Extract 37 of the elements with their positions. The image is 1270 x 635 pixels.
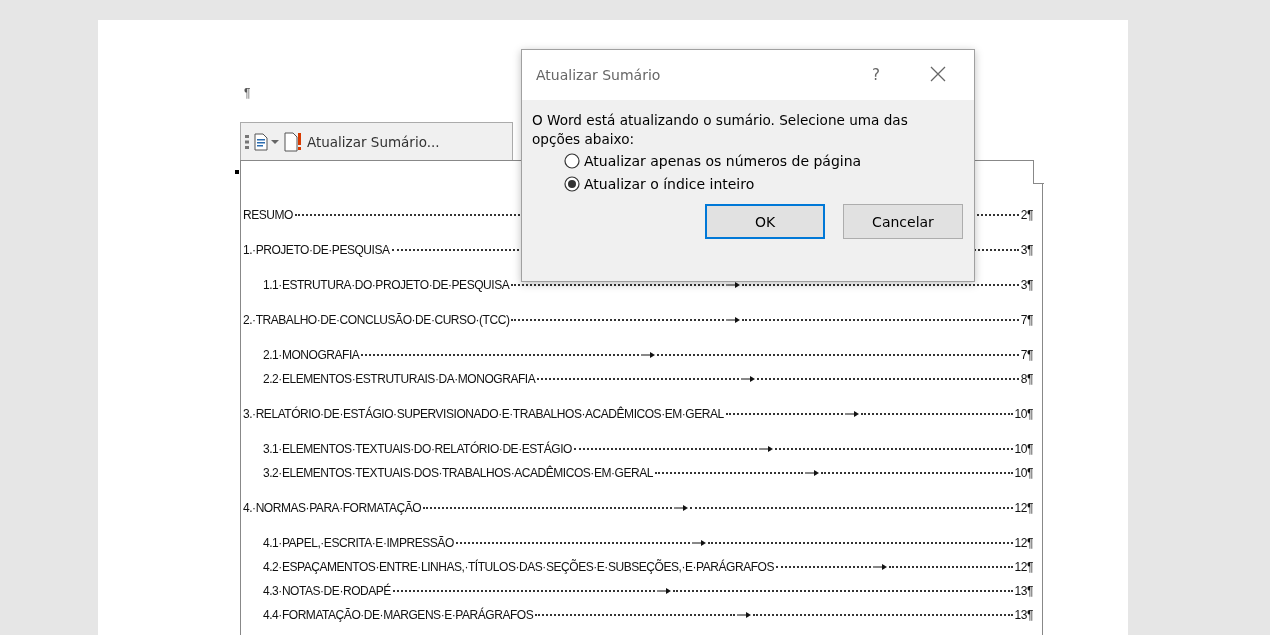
page-number: 7¶ (1020, 347, 1033, 364)
dialog-button[interactable]: OK (705, 204, 825, 239)
page-number: 8¶ (1020, 371, 1033, 388)
page-number: 13¶ (1014, 607, 1033, 624)
toc-entry-title[interactable]: 3.1·ELEMENTOS·TEXTUAIS·DO·RELATÓRIO·DE·ESTÁGIO (263, 437, 572, 461)
toc-entry-title[interactable]: 2.2·ELEMENTOS·ESTRUTURAIS·DA·MONOGRAFIA (263, 367, 536, 391)
paragraph-mark: ¶ (244, 86, 252, 100)
dialog-button[interactable]: Cancelar (843, 204, 963, 239)
toc-entry-title[interactable]: RESUMO (243, 203, 293, 227)
radio-option[interactable]: Atualizar o índice inteiro (564, 176, 964, 192)
help-button[interactable]: ? (856, 66, 896, 84)
toc-entry-title[interactable]: 4.2·ESPAÇAMENTOS·ENTRE·LINHAS,·TÍTULOS·DAS·SEÇÕES·E·SUBSEÇÕES,·E·PARÁGRAFOS (263, 555, 774, 579)
radio-option[interactable]: Atualizar apenas os números de página (564, 153, 964, 169)
page-number: 7¶ (1020, 312, 1033, 329)
toc-entry-title[interactable]: 2.·TRABALHO·DE·CONCLUSÃO·DE·CURSO·(TCC) (243, 308, 510, 332)
page-number: 3¶ (1020, 242, 1033, 259)
toc-entry-title[interactable]: 4.1·PAPEL,·ESCRITA·E·IMPRESSÃO (263, 531, 454, 555)
toc-entry-title[interactable]: 3.·RELATÓRIO·DE·ESTÁGIO·SUPERVISIONADO·E·TRABALHOS·ACADÊMICOS·EM·GERAL (243, 402, 724, 426)
page-number: 13¶ (1014, 583, 1033, 600)
page-number: 10¶ (1014, 441, 1033, 458)
toc-entry-title[interactable]: 4.·NORMAS·PARA·FORMATAÇÃO (243, 496, 422, 520)
toc-entry-title[interactable]: 4.4·FORMATAÇÃO·DE·MARGENS·E·PARÁGRAFOS (263, 603, 534, 627)
page-number: 12¶ (1014, 559, 1033, 576)
page-number: 10¶ (1014, 406, 1033, 423)
page-number: 3¶ (1020, 277, 1033, 294)
toc-entry-title[interactable]: 1.·PROJETO·DE·PESQUISA (243, 238, 390, 262)
dialog-title: Atualizar Sumário (536, 67, 662, 83)
page-number: 2¶ (1020, 207, 1033, 224)
update-toc-button[interactable]: Atualizar Sumário... (284, 131, 440, 152)
page-number: 12¶ (1014, 500, 1033, 517)
page-number: 12¶ (1014, 535, 1033, 552)
toc-entry-title[interactable]: 1.1·ESTRUTURA·DO·PROJETO·DE·PESQUISA (263, 273, 510, 297)
toc-entry-title[interactable]: 2.1·MONOGRAFIA (263, 343, 360, 367)
page-number: 10¶ (1014, 465, 1033, 482)
toc-entry-title[interactable]: 3.2·ELEMENTOS·TEXTUAIS·DOS·TRABALHOS·ACADÊMICOS·EM·GERAL (263, 461, 653, 485)
toc-entry-title[interactable]: 4.3·NOTAS·DE·RODAPÉ (263, 579, 391, 603)
dialog-message: O Word está atualizando o sumário. Selecione uma das opções abaixo: (532, 111, 909, 149)
